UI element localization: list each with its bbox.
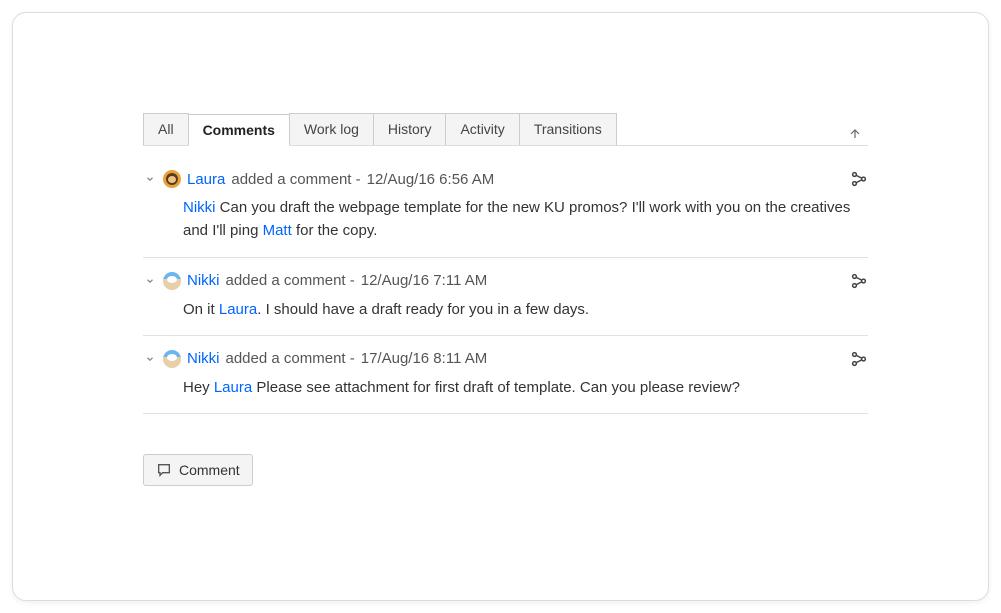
tab-transitions[interactable]: Transitions [519, 113, 617, 145]
comment-action: added a comment - [226, 350, 355, 367]
comment-list: Laura added a comment - 12/Aug/16 6:56 A… [143, 156, 868, 414]
tab-history[interactable]: History [373, 113, 447, 145]
comment-action: added a comment - [231, 171, 360, 188]
footer: Comment [143, 454, 868, 486]
add-comment-button[interactable]: Comment [143, 454, 253, 486]
tab-worklog[interactable]: Work log [289, 113, 374, 145]
chevron-down-icon[interactable] [143, 174, 157, 184]
tab-bar: All Comments Work log History Activity T… [143, 113, 868, 146]
permalink-icon[interactable] [850, 170, 868, 188]
chevron-down-icon[interactable] [143, 276, 157, 286]
mention-link[interactable]: Laura [214, 379, 252, 396]
comment-timestamp: 12/Aug/16 6:56 AM [367, 171, 495, 188]
activity-panel: All Comments Work log History Activity T… [12, 12, 989, 601]
tab-all[interactable]: All [143, 113, 189, 145]
author-link[interactable]: Nikki [187, 272, 220, 289]
permalink-icon[interactable] [850, 272, 868, 290]
avatar [163, 350, 181, 368]
collapse-icon[interactable] [842, 123, 868, 145]
chevron-down-icon[interactable] [143, 354, 157, 364]
author-link[interactable]: Laura [187, 171, 225, 188]
add-comment-label: Comment [179, 462, 240, 478]
mention-link[interactable]: Matt [263, 222, 292, 239]
comment-item: Nikki added a comment - 17/Aug/16 8:11 A… [143, 336, 868, 414]
tab-activity[interactable]: Activity [445, 113, 519, 145]
comment-body: Nikki Can you draft the webpage template… [183, 196, 868, 243]
comment-icon [156, 462, 172, 478]
comment-body: Hey Laura Please see attachment for firs… [183, 376, 868, 399]
comment-item: Nikki added a comment - 12/Aug/16 7:11 A… [143, 258, 868, 336]
permalink-icon[interactable] [850, 350, 868, 368]
mention-link[interactable]: Nikki [183, 199, 216, 216]
comment-timestamp: 12/Aug/16 7:11 AM [361, 272, 487, 289]
avatar [163, 272, 181, 290]
tab-comments[interactable]: Comments [188, 114, 290, 146]
comment-action: added a comment - [226, 272, 355, 289]
author-link[interactable]: Nikki [187, 350, 220, 367]
comment-item: Laura added a comment - 12/Aug/16 6:56 A… [143, 156, 868, 258]
mention-link[interactable]: Laura [219, 301, 257, 318]
comment-timestamp: 17/Aug/16 8:11 AM [361, 350, 487, 367]
comment-body: On it Laura. I should have a draft ready… [183, 298, 868, 321]
avatar [163, 170, 181, 188]
